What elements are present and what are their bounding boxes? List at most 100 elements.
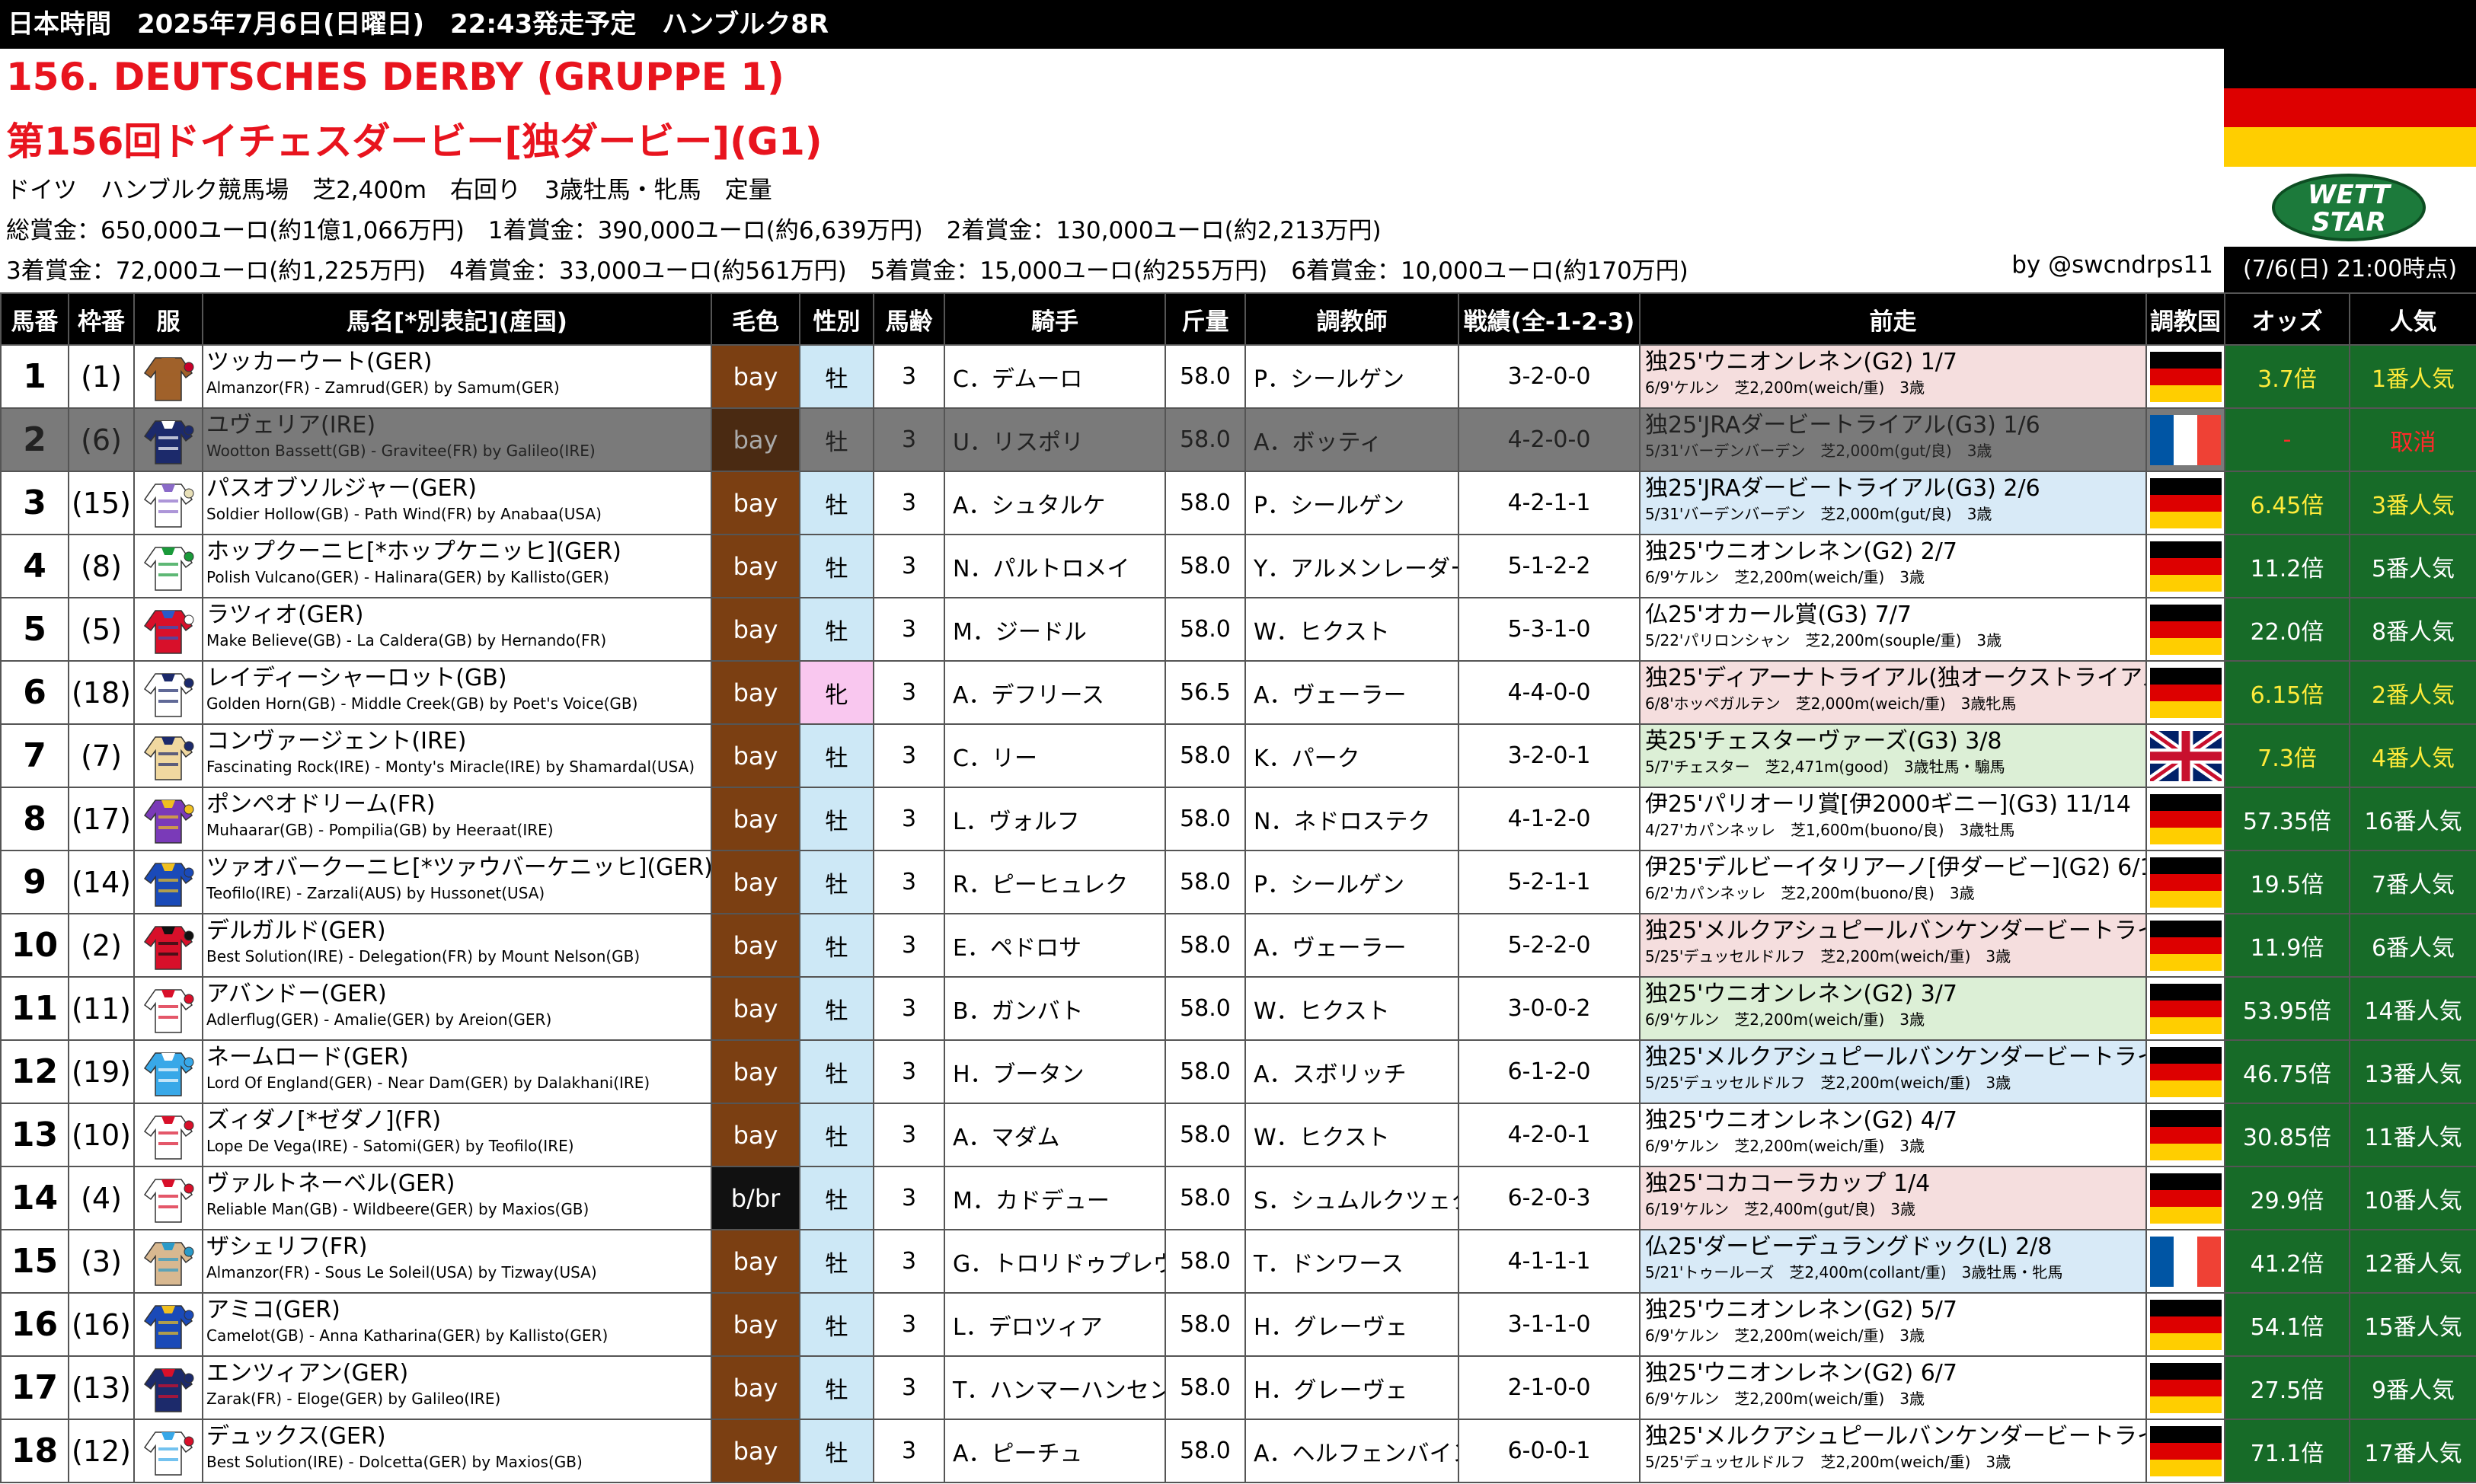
header-name: 馬名[*別表記](産国) bbox=[202, 292, 712, 346]
sex: 牡 bbox=[799, 597, 874, 662]
previous-race-cell: 独25'メルクアシュピールバンケンダービートライアル(L) 2/9 5/25'デュ… bbox=[1639, 1039, 2147, 1104]
jockey: C．リー bbox=[944, 723, 1166, 788]
record: 3-2-0-0 bbox=[1458, 344, 1641, 409]
prize-line-2: 3着賞金：72,000ユーロ(約1,225万円) 4着賞金：33,000ユーロ(… bbox=[6, 257, 1688, 285]
previous-race-cell: 仏25'ダービーデュラングドック(L) 2/8 5/21'トゥールーズ 芝2,40… bbox=[1639, 1229, 2147, 1294]
trainer: N．ネドロステク bbox=[1244, 787, 1459, 851]
previous-race-cell: 独25'コカコーラカップ 1/4 6/19'ケルン 芝2,400m(gut/良) … bbox=[1639, 1166, 2147, 1230]
previous-race: 独25'ウニオンレネン(G2) 6/7 bbox=[1645, 1360, 1957, 1387]
table-row: 6 (18) レイディーシャーロット(GB) Golden Horn(GB) - Mi… bbox=[0, 660, 2476, 725]
trainer: T．ドンワース bbox=[1244, 1229, 1459, 1294]
jockey: A．ピーチュ bbox=[944, 1419, 1166, 1483]
table-row: 10 (2) デルガルド(GER) Best Solution(IRE) - Dele… bbox=[0, 913, 2476, 978]
training-country bbox=[2145, 723, 2225, 788]
jockey: T．ハンマーハンセン bbox=[944, 1355, 1166, 1420]
carried-weight: 58.0 bbox=[1165, 1103, 1246, 1167]
odds-timestamp: (7/6(日) 21:00時点) bbox=[2224, 247, 2476, 292]
previous-race: 伊25'パリオーリ賞[伊2000ギニー](G3) 11/14 bbox=[1645, 791, 2131, 818]
carried-weight: 58.0 bbox=[1165, 344, 1246, 409]
germany-flag-icon bbox=[2149, 1425, 2222, 1476]
trainer: H．グレーヴェ bbox=[1244, 1355, 1459, 1420]
pedigree: Adlerflug(GER) - Amalie(GER) by Areion(G… bbox=[206, 1010, 552, 1029]
table-row: 18 (12) デュックス(GER) Best Solution(IRE) - Dol… bbox=[0, 1419, 2476, 1483]
carried-weight: 58.0 bbox=[1165, 1039, 1246, 1104]
record: 4-2-0-0 bbox=[1458, 407, 1641, 472]
record: 4-4-0-0 bbox=[1458, 660, 1641, 725]
carried-weight: 58.0 bbox=[1165, 1419, 1246, 1483]
previous-race: 独25'ウニオンレネン(G2) 4/7 bbox=[1645, 1107, 1957, 1134]
coat-color: bay bbox=[711, 850, 800, 914]
previous-race-detail: 5/22'パリロンシャン 芝2,200m(souple/重) 3歳 bbox=[1645, 631, 2002, 649]
pedigree: Wootton Bassett(GB) - Gravitee(FR) by Ga… bbox=[206, 442, 596, 460]
previous-race-detail: 6/8'ホッペガルテン 芝2,000m(weich/重) 3歳牝馬 bbox=[1645, 694, 2017, 713]
coat-color: bay bbox=[711, 344, 800, 409]
training-country bbox=[2145, 1292, 2225, 1357]
age: 3 bbox=[873, 1103, 945, 1167]
horse-number: 11 bbox=[0, 976, 69, 1041]
jockey: M．カドデュー bbox=[944, 1166, 1166, 1230]
coat-color: bay bbox=[711, 976, 800, 1041]
trainer: W．ヒクスト bbox=[1244, 597, 1459, 662]
pedigree: Almanzor(FR) - Sous Le Soleil(USA) by Ti… bbox=[206, 1263, 597, 1281]
blue-dots-silk-icon bbox=[143, 862, 194, 907]
horse-number: 4 bbox=[0, 534, 69, 598]
red-blue-silk-icon bbox=[143, 609, 194, 654]
coat-color: bay bbox=[711, 1229, 800, 1294]
race-conditions: ドイツ ハンブルク競馬場 芝2,400m 右回り 3歳牡馬・牝馬 定量 bbox=[6, 177, 772, 204]
horse-name: パスオブソルジャー(GER) bbox=[206, 475, 477, 502]
record: 6-0-0-1 bbox=[1458, 1419, 1641, 1483]
jockey: R．ピーヒュレク bbox=[944, 850, 1166, 914]
france-flag-icon bbox=[2149, 1236, 2222, 1287]
pedigree: Camelot(GB) - Anna Katharina(GER) by Kal… bbox=[206, 1326, 609, 1345]
germany-flag-icon bbox=[2149, 351, 2222, 402]
horse-number: 3 bbox=[0, 471, 69, 535]
jockey: L．ヴォルフ bbox=[944, 787, 1166, 851]
silk-cell bbox=[133, 723, 203, 788]
pedigree: Teofilo(IRE) - Zarzali(AUS) by Hussonet(… bbox=[206, 884, 545, 902]
horse-name: ヴァルトネーベル(GER) bbox=[206, 1170, 455, 1197]
germany-flag-icon bbox=[2149, 857, 2222, 908]
horse-name-cell: アバンドー(GER) Adlerflug(GER) - Amalie(GER) b… bbox=[202, 976, 712, 1041]
table-header-row: 馬番 枠番 服 馬名[*別表記](産国) 毛色 性別 馬齢 騎手 斤量 調教師 … bbox=[0, 292, 2476, 346]
germany-flag-icon bbox=[2149, 793, 2222, 844]
table-row: 7 (7) コンヴァージェント(IRE) Fascinating Rock(IRE) … bbox=[0, 723, 2476, 788]
age: 3 bbox=[873, 471, 945, 535]
horse-name: エンツィアン(GER) bbox=[206, 1360, 409, 1387]
training-country bbox=[2145, 1103, 2225, 1167]
horse-name-cell: デュックス(GER) Best Solution(IRE) - Dolcetta(… bbox=[202, 1419, 712, 1483]
gate-number: (16) bbox=[68, 1292, 135, 1357]
header-silk: 服 bbox=[133, 292, 203, 346]
previous-race-cell: 独25'ウニオンレネン(G2) 3/7 6/9'ケルン 芝2,200m(weich… bbox=[1639, 976, 2147, 1041]
previous-race-cell: 仏25'オカール賞(G3) 7/7 5/22'パリロンシャン 芝2,200m(so… bbox=[1639, 597, 2147, 662]
silk-cell bbox=[133, 1355, 203, 1420]
jockey: A．デフリース bbox=[944, 660, 1166, 725]
table-row: 15 (3) ザシェリフ(FR) Almanzor(FR) - Sous Le Sol… bbox=[0, 1229, 2476, 1294]
pedigree: Fascinating Rock(IRE) - Monty's Miracle(… bbox=[206, 758, 695, 776]
gate-number: (6) bbox=[68, 407, 135, 472]
horse-name: ザシェリフ(FR) bbox=[206, 1233, 368, 1260]
previous-race: 独25'ウニオンレネン(G2) 5/7 bbox=[1645, 1297, 1957, 1323]
silk-cell bbox=[133, 1292, 203, 1357]
previous-race: 英25'チェスターヴァーズ(G3) 3/8 bbox=[1645, 728, 2002, 755]
previous-race: 独25'JRAダービートライアル(G3) 1/6 bbox=[1645, 412, 2040, 439]
table-row: 16 (16) アミコ(GER) Camelot(GB) - Anna Kathari… bbox=[0, 1292, 2476, 1357]
header-pop: 人気 bbox=[2349, 292, 2476, 346]
horse-number: 2 bbox=[0, 407, 69, 472]
germany-flag-icon bbox=[2149, 1046, 2222, 1097]
wettstar-logo-text-1: WETT bbox=[2308, 180, 2390, 210]
silk-cell bbox=[133, 850, 203, 914]
horse-name: コンヴァージェント(IRE) bbox=[206, 728, 467, 755]
gate-number: (12) bbox=[68, 1419, 135, 1483]
trainer: K．パーク bbox=[1244, 723, 1459, 788]
prize-line-1: 総賞金：650,000ユーロ(約1億1,066万円) 1着賞金：390,000ユ… bbox=[6, 217, 1382, 244]
previous-race-cell: 伊25'パリオーリ賞[伊2000ギニー](G3) 11/14 4/27'カパンネッ… bbox=[1639, 787, 2147, 851]
header-num: 馬番 bbox=[0, 292, 69, 346]
carried-weight: 58.0 bbox=[1165, 1229, 1246, 1294]
previous-race-cell: 独25'ウニオンレネン(G2) 1/7 6/9'ケルン 芝2,200m(weich… bbox=[1639, 344, 2147, 409]
trainer: Y．アルメンレーダー bbox=[1244, 534, 1459, 598]
wettstar-logo-text-2: STAR bbox=[2311, 207, 2386, 238]
coat-color: bay bbox=[711, 1103, 800, 1167]
popularity: 14番人気 bbox=[2349, 976, 2476, 1041]
previous-race-cell: 独25'ウニオンレネン(G2) 2/7 6/9'ケルン 芝2,200m(weich… bbox=[1639, 534, 2147, 598]
record: 4-1-2-0 bbox=[1458, 787, 1641, 851]
